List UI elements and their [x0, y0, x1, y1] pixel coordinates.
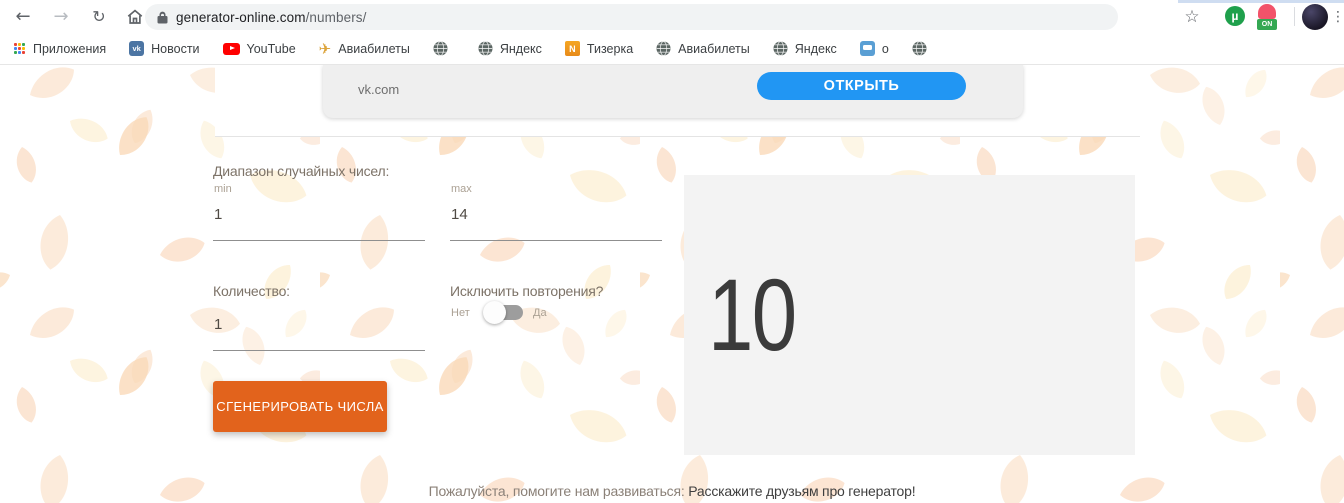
toggle-off-label: Нет [451, 307, 470, 319]
extension-shape [1258, 4, 1276, 19]
ad-card: vk.com ОТКРЫТЬ [323, 65, 1023, 118]
youtube-icon [223, 43, 240, 55]
adblock-extension-icon[interactable]: ON [1256, 4, 1278, 30]
toolbar-separator [1294, 7, 1295, 26]
count-label: Количество: [213, 283, 290, 299]
bookmark-tizerka[interactable]: N Тизерка [565, 41, 633, 56]
vk-icon: vk [129, 41, 144, 56]
utorrent-extension-icon[interactable]: µ [1225, 6, 1245, 26]
globe-icon [773, 41, 788, 56]
bookmark-label: Новости [151, 42, 199, 56]
ad-site-label: vk.com [358, 82, 399, 97]
footer-link[interactable]: Расскажите друзьям про генератор! [688, 483, 915, 499]
url-path: /numbers/ [306, 10, 367, 25]
open-button[interactable]: ОТКРЫТЬ [757, 72, 966, 100]
globe-icon [912, 41, 927, 56]
bookmark-yandex-2[interactable]: Яндекс [773, 41, 837, 56]
page-content: vk.com ОТКРЫТЬ Диапазон случайных чисел:… [0, 65, 1344, 503]
bookmarks-bar: Приложения vk Новости YouTube ✈ Авиабиле… [0, 33, 1344, 65]
toggle-on-label: Да [533, 307, 547, 319]
bookmark-unnamed-1[interactable] [433, 41, 455, 56]
norepeat-label: Исключить повторения? [450, 283, 603, 299]
url-domain: generator-online.com [176, 10, 306, 25]
bookmark-apps[interactable]: Приложения [14, 42, 106, 56]
chrome-menu-icon[interactable]: ⋮ [1332, 5, 1344, 29]
reload-icon[interactable]: ↻ [84, 0, 114, 33]
ad-band: vk.com ОТКРЫТЬ [215, 65, 1140, 137]
bookmark-label: Авиабилеты [678, 42, 750, 56]
bookmark-label: Яндекс [500, 42, 542, 56]
bookmark-youtube[interactable]: YouTube [223, 42, 296, 56]
browser-toolbar: ← → ↻ generator-online.com/numbers/ ☆ µ … [0, 0, 1344, 33]
bookmark-label: Тизерка [587, 42, 633, 56]
bookmark-avia-2[interactable]: Авиабилеты [656, 41, 750, 56]
airplane-icon: ✈ [319, 40, 332, 58]
footer: Пожалуйста, помогите нам развиваться: Ра… [429, 483, 916, 499]
norepeat-toggle[interactable] [487, 305, 523, 320]
lock-icon[interactable] [157, 11, 168, 24]
window-frame-edge [1178, 0, 1344, 3]
chat-icon [860, 41, 875, 56]
toggle-knob[interactable] [483, 301, 506, 324]
bookmark-news[interactable]: vk Новости [129, 41, 199, 56]
bookmark-label: YouTube [247, 42, 296, 56]
back-icon[interactable]: ← [8, 0, 38, 33]
globe-icon [478, 41, 493, 56]
n-icon: N [565, 41, 580, 56]
url-text: generator-online.com/numbers/ [176, 10, 367, 25]
min-label: min [214, 183, 232, 195]
apps-grid-icon [14, 43, 26, 55]
globe-icon [433, 41, 448, 56]
result-number: 10 [684, 264, 796, 366]
result-box: 10 [684, 175, 1135, 455]
globe-icon [656, 41, 671, 56]
bookmark-unnamed-2[interactable] [912, 41, 934, 56]
bookmark-star-icon[interactable]: ☆ [1180, 5, 1204, 29]
footer-text: Пожалуйста, помогите нам развиваться: [429, 483, 685, 499]
bookmark-yandex-1[interactable]: Яндекс [478, 41, 542, 56]
profile-avatar[interactable] [1302, 4, 1328, 30]
bookmark-o[interactable]: о [860, 41, 889, 56]
address-bar[interactable]: generator-online.com/numbers/ [145, 4, 1118, 30]
extension-on-badge: ON [1257, 19, 1277, 30]
bookmark-label: о [882, 42, 889, 56]
max-label: max [451, 183, 472, 195]
count-input[interactable] [213, 315, 425, 351]
max-input[interactable] [450, 205, 662, 241]
bookmark-label: Приложения [33, 42, 106, 56]
bookmark-avia[interactable]: ✈ Авиабилеты [319, 40, 410, 58]
min-input[interactable] [213, 205, 425, 241]
forward-icon[interactable]: → [46, 0, 76, 33]
range-label: Диапазон случайных чисел: [213, 163, 389, 179]
generate-button[interactable]: СГЕНЕРИРОВАТЬ ЧИСЛА [213, 381, 387, 432]
bookmark-label: Авиабилеты [338, 42, 410, 56]
browser-window: ← → ↻ generator-online.com/numbers/ ☆ µ … [0, 0, 1344, 503]
bookmark-label: Яндекс [795, 42, 837, 56]
